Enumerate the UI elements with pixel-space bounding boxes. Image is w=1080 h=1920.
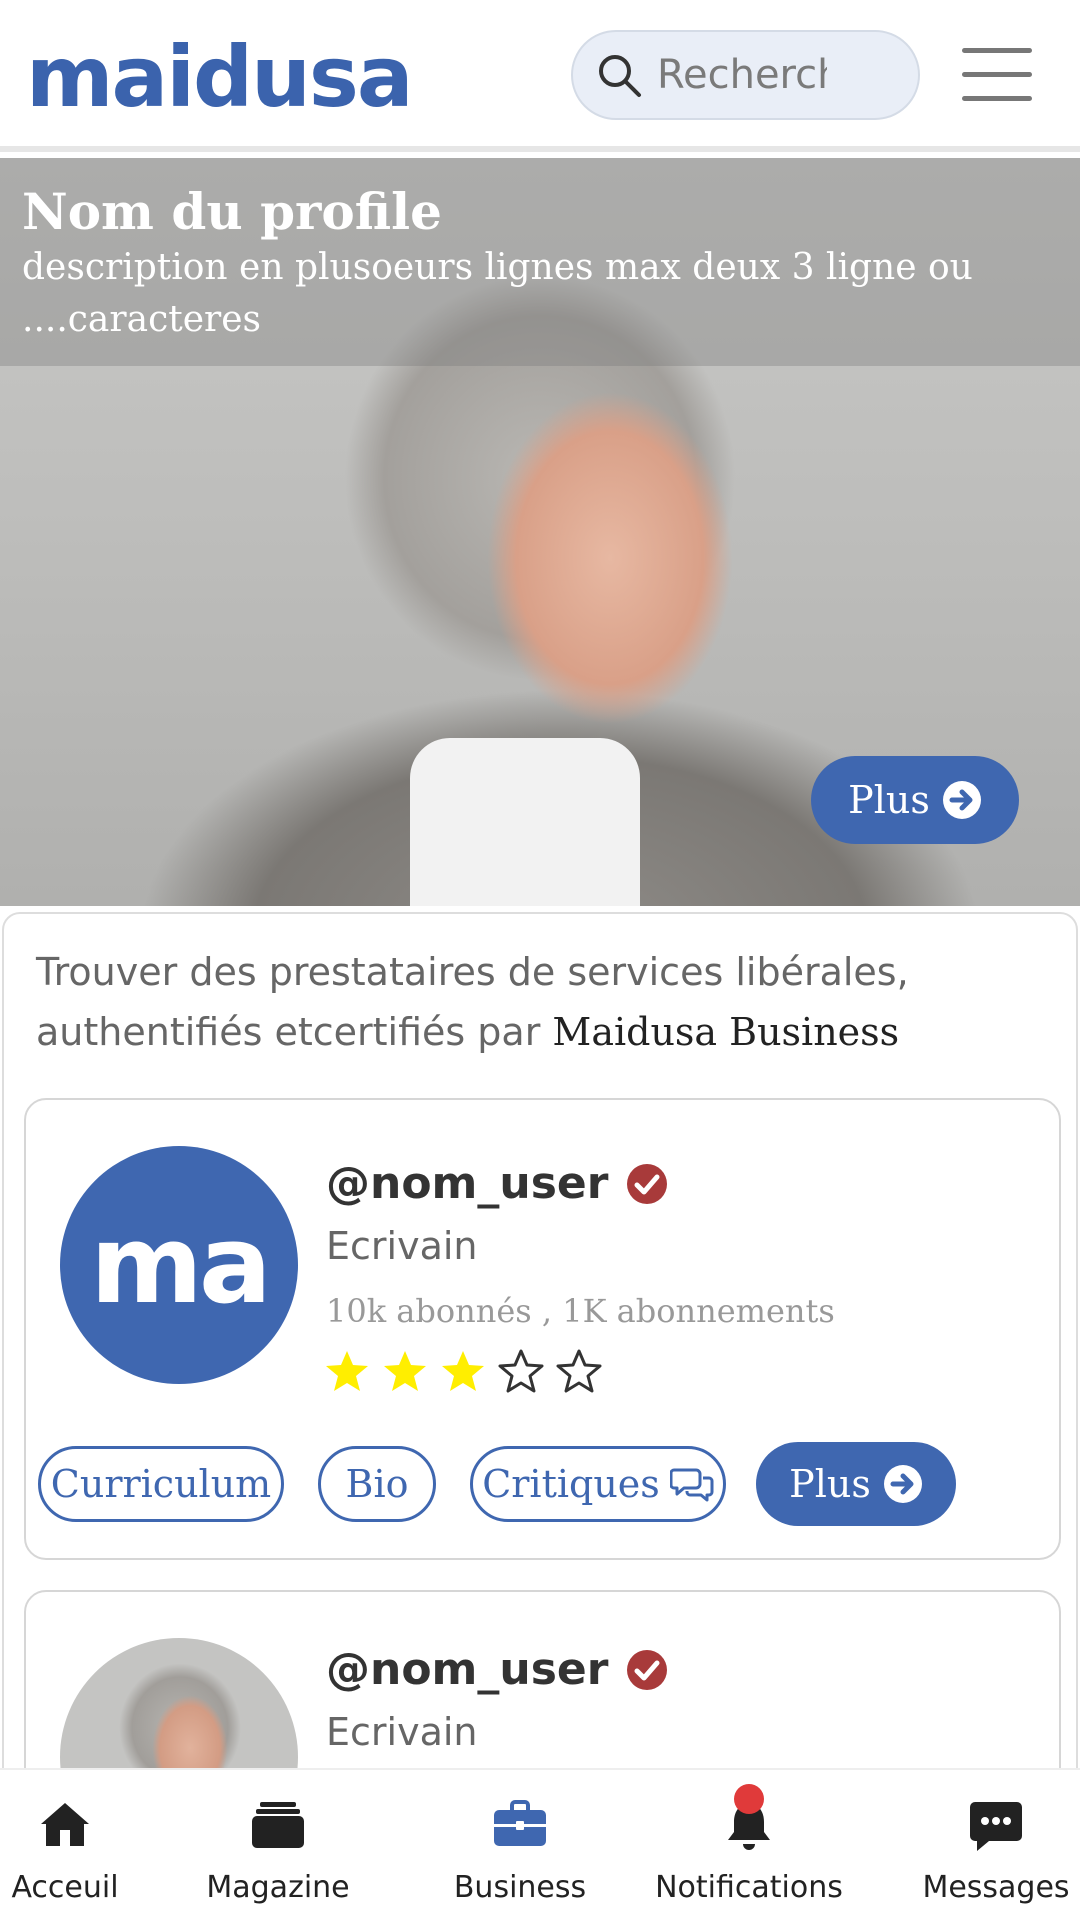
- username-text: @nom_user: [326, 1644, 609, 1695]
- nav-item-notifications[interactable]: Notifications: [654, 1770, 844, 1920]
- star-filled-icon: [442, 1351, 484, 1391]
- nav-label-notifications: Notifications: [655, 1870, 843, 1905]
- username[interactable]: @nom_user: [326, 1158, 668, 1209]
- curriculum-button[interactable]: Curriculum: [38, 1446, 284, 1522]
- rating-stars: [324, 1348, 602, 1394]
- critiques-label: Critiques: [482, 1462, 660, 1506]
- arrow-right-circle-icon: [942, 781, 981, 819]
- verified-badge-icon: [627, 1163, 668, 1204]
- intro-text: Trouver des prestataires de services lib…: [36, 942, 1036, 1062]
- hamburger-menu-icon[interactable]: [962, 44, 1034, 106]
- avatar[interactable]: ma: [60, 1146, 298, 1384]
- hero-plus-label: Plus: [848, 778, 930, 822]
- follower-stats[interactable]: 10k abonnés , 1K abonnements: [326, 1292, 835, 1330]
- nav-item-business[interactable]: Business: [440, 1770, 600, 1920]
- star-empty-icon: [556, 1349, 602, 1393]
- hero-plus-button[interactable]: Plus: [811, 756, 1019, 844]
- arrow-right-circle-icon: [883, 1465, 922, 1503]
- nav-item-magazine[interactable]: Magazine: [206, 1770, 350, 1920]
- hero-photo-detail: [410, 738, 640, 906]
- nav-label-home: Acceuil: [11, 1870, 119, 1905]
- nav-label-magazine: Magazine: [206, 1870, 350, 1905]
- app-header: maidusa: [0, 0, 1080, 152]
- nav-item-messages[interactable]: Messages: [922, 1770, 1070, 1920]
- nav-item-home[interactable]: Acceuil: [11, 1770, 119, 1920]
- star-empty-icon: [498, 1349, 544, 1393]
- search-icon: [599, 55, 641, 97]
- critiques-button[interactable]: Critiques: [470, 1446, 726, 1522]
- star-filled-icon: [326, 1351, 368, 1391]
- verified-badge-icon: [627, 1649, 668, 1690]
- provider-card[interactable]: ma @nom_user Ecrivain 10k abonnés , 1K a…: [24, 1098, 1061, 1560]
- star-filled-icon: [384, 1351, 426, 1391]
- magazine-icon: [252, 1802, 304, 1848]
- notification-dot: [734, 1784, 764, 1814]
- bottom-navigation: Acceuil Magazine Business Notifications: [0, 1768, 1080, 1920]
- nav-label-business: Business: [453, 1870, 587, 1905]
- bio-button[interactable]: Bio: [318, 1446, 436, 1522]
- search-input[interactable]: [657, 52, 827, 98]
- card-plus-button[interactable]: Plus: [756, 1442, 956, 1526]
- chat-icon: [970, 1802, 1022, 1851]
- card-plus-label: Plus: [789, 1462, 871, 1506]
- briefcase-icon: [494, 1800, 546, 1846]
- role: Ecrivain: [326, 1710, 478, 1754]
- username[interactable]: @nom_user: [326, 1644, 668, 1695]
- hero-description: description en plusoeurs lignes max deux…: [22, 247, 973, 340]
- role: Ecrivain: [326, 1224, 478, 1268]
- username-text: @nom_user: [326, 1158, 609, 1209]
- profile-hero: Nom du profile description en plusoeurs …: [0, 158, 1080, 906]
- comments-icon: [669, 1468, 714, 1502]
- search-bar[interactable]: [571, 30, 920, 120]
- home-icon: [41, 1803, 89, 1846]
- logo[interactable]: maidusa: [26, 22, 414, 132]
- nav-label-messages: Messages: [922, 1870, 1070, 1905]
- intro-brand: Maidusa Business: [552, 1010, 900, 1054]
- hero-title: Nom du profile: [22, 182, 442, 241]
